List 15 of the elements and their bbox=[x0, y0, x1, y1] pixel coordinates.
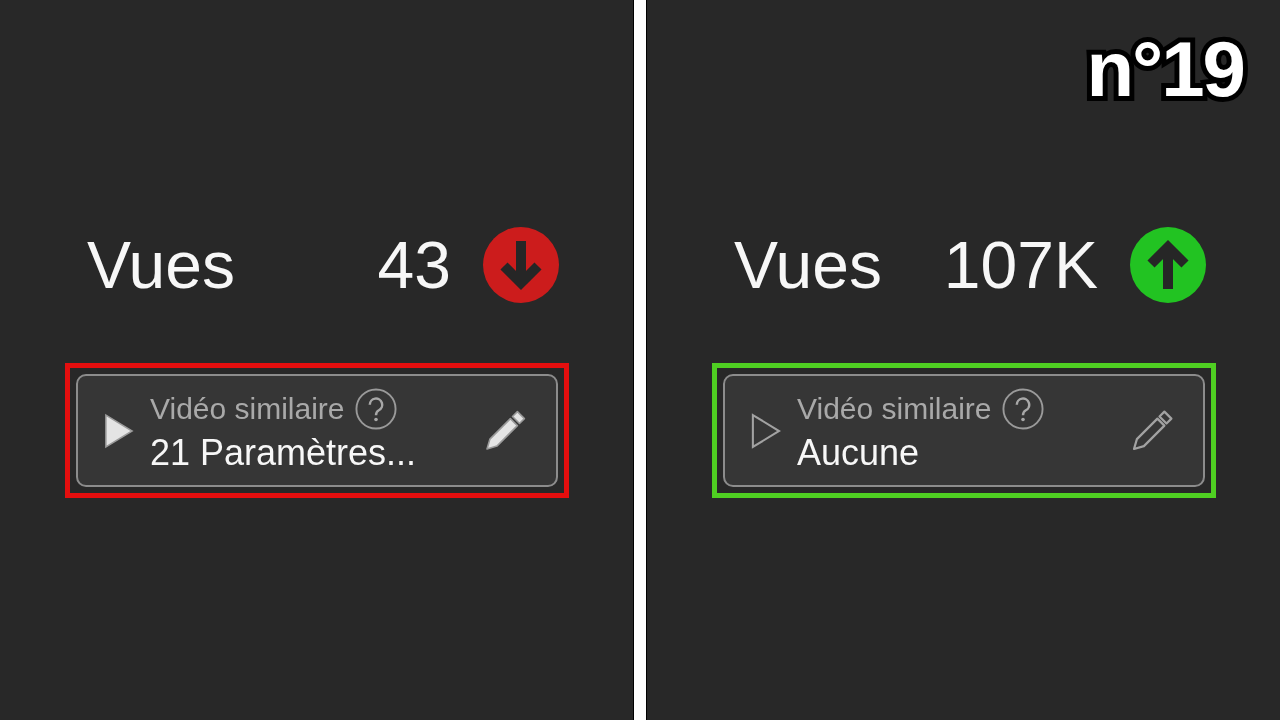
similar-video-card[interactable]: Vidéo similaire 21 Paramètres... bbox=[76, 374, 558, 487]
play-icon bbox=[751, 412, 781, 449]
question-icon[interactable] bbox=[1001, 387, 1044, 430]
question-icon[interactable] bbox=[354, 387, 397, 430]
metric-label: Vues bbox=[87, 232, 235, 298]
number-label: n°19 bbox=[1085, 26, 1245, 112]
play-icon bbox=[104, 412, 134, 449]
field-label: Vidéo similaire bbox=[797, 391, 992, 427]
field-value: Aucune bbox=[797, 431, 920, 474]
similar-video-card[interactable]: Vidéo similaire Aucune bbox=[723, 374, 1205, 487]
field-value: 21 Paramètres... bbox=[150, 431, 417, 474]
field-label: Vidéo similaire bbox=[150, 391, 345, 427]
metric-label: Vues bbox=[734, 232, 882, 298]
metric-value: 107K bbox=[943, 232, 1098, 298]
metric-value: 43 bbox=[377, 232, 451, 298]
